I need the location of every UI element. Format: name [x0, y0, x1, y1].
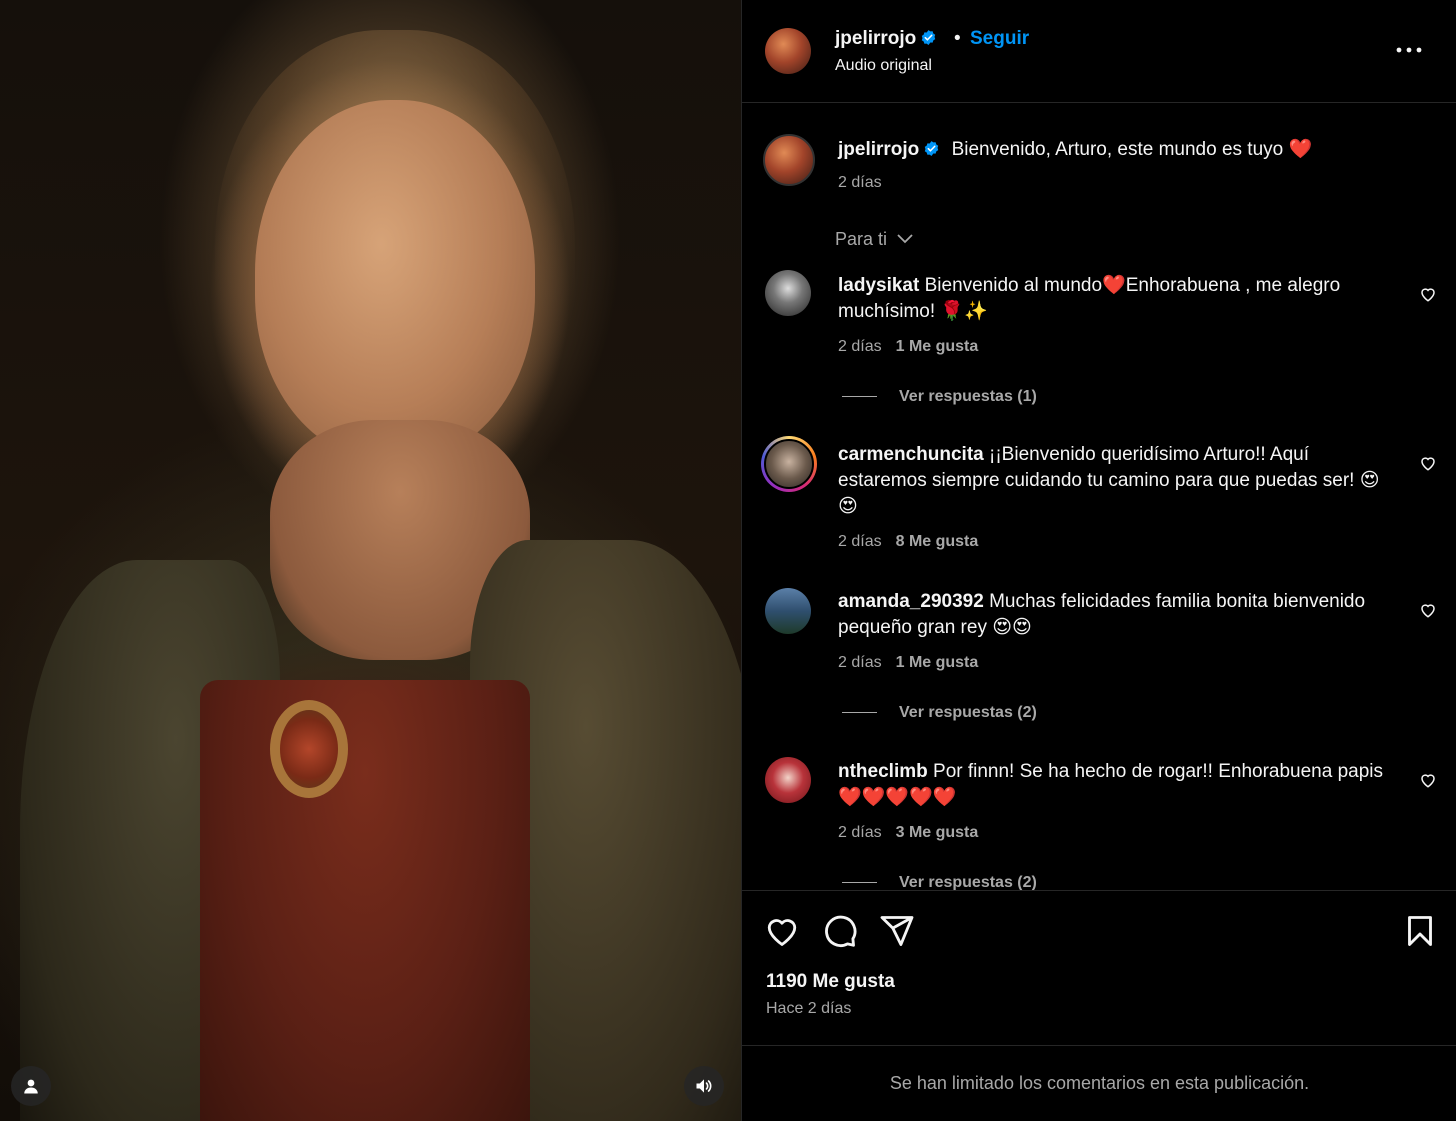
comments-section[interactable]: jpelirrojo Bienvenido, Arturo, este mund… [742, 104, 1456, 890]
heart-icon[interactable] [1419, 454, 1437, 472]
post-time: Hace 2 días [766, 1000, 852, 1017]
view-replies-button[interactable]: Ver respuestas (2) [842, 704, 1037, 722]
comment-item: carmenchuncita ¡¡Bienvenido queridísimo … [838, 442, 1398, 520]
comment-username[interactable]: carmenchuncita [838, 444, 984, 465]
comments-limited-text: Se han limitado los comentarios en esta … [889, 1073, 1310, 1093]
post-actions: 1190 Me gusta Hace 2 días [742, 890, 1456, 1045]
author-username[interactable]: jpelirrojo [835, 28, 937, 50]
comment-sort-label: Para ti [835, 229, 888, 249]
comment-item: ladysikat Bienvenido al mundo❤️Enhorabue… [838, 273, 1398, 325]
comment-time: 2 días [838, 338, 882, 355]
post-header: jpelirrojo • Seguir Audio original [742, 0, 1456, 103]
comment-icon[interactable] [822, 913, 858, 949]
view-replies-button[interactable]: Ver respuestas (2) [842, 874, 1037, 890]
comment-avatar[interactable] [765, 270, 811, 316]
comments-limited-notice: Se han limitado los comentarios en esta … [742, 1045, 1456, 1121]
tagged-users-button[interactable] [11, 1066, 51, 1106]
post-media[interactable] [0, 0, 741, 1121]
comment-likes[interactable]: 1 Me gusta [896, 338, 979, 355]
comment-username[interactable]: ladysikat [838, 275, 919, 296]
comment-likes[interactable]: 3 Me gusta [896, 824, 979, 841]
bookmark-icon[interactable] [1402, 913, 1438, 949]
comment-avatar[interactable] [765, 588, 811, 634]
comment-likes[interactable]: 1 Me gusta [896, 654, 979, 671]
likes-count[interactable]: 1190 Me gusta [766, 971, 895, 993]
comment-meta: 2 días 1 Me gusta [838, 338, 978, 356]
comment-username[interactable]: ntheclimb [838, 761, 928, 782]
caption-time: 2 días [838, 174, 882, 191]
more-options-icon[interactable] [1394, 38, 1424, 62]
audio-toggle-button[interactable] [684, 1066, 724, 1106]
comment-item: amanda_290392 Muchas felicidades familia… [838, 589, 1398, 641]
comment-likes[interactable]: 8 Me gusta [896, 533, 979, 550]
comment-meta: 2 días 3 Me gusta [838, 824, 978, 842]
caption-avatar[interactable] [763, 134, 815, 186]
comment-avatar[interactable] [765, 757, 811, 803]
volume-icon [696, 1079, 712, 1093]
comment-sort-dropdown[interactable]: Para ti [835, 229, 914, 250]
view-replies-button[interactable]: Ver respuestas (1) [842, 388, 1037, 406]
audio-label[interactable]: Audio original [835, 57, 932, 75]
verified-badge-icon [922, 30, 936, 45]
caption-text: Bienvenido, Arturo, este mundo es tuyo ❤… [951, 139, 1313, 160]
comment-username[interactable]: amanda_290392 [838, 591, 984, 612]
heart-icon[interactable] [1419, 771, 1437, 789]
comment-time: 2 días [838, 533, 882, 550]
comment-time: 2 días [838, 654, 882, 671]
user-tag-icon [24, 1079, 38, 1094]
heart-icon[interactable] [1419, 601, 1437, 619]
follow-button[interactable]: Seguir [970, 28, 1029, 50]
share-icon[interactable] [879, 913, 915, 949]
caption: jpelirrojo Bienvenido, Arturo, este mund… [838, 137, 1398, 163]
media-dress [200, 680, 530, 1121]
comment-time: 2 días [838, 824, 882, 841]
caption-username[interactable]: jpelirrojo [838, 139, 919, 160]
comment-meta: 2 días 8 Me gusta [838, 533, 978, 551]
media-pendant [270, 700, 348, 798]
comment-avatar-story-ring[interactable] [761, 436, 817, 492]
heart-icon[interactable] [764, 913, 800, 949]
heart-icon[interactable] [1419, 285, 1437, 303]
post-panel: jpelirrojo • Seguir Audio original jpeli… [741, 0, 1456, 1121]
comment-item: ntheclimb Por finnn! Se ha hecho de roga… [838, 759, 1398, 811]
comment-avatar [764, 439, 814, 489]
author-avatar[interactable] [765, 28, 811, 74]
chevron-down-icon [897, 234, 913, 244]
media-face [255, 100, 535, 460]
header-separator: • [954, 28, 961, 49]
comment-meta: 2 días 1 Me gusta [838, 654, 978, 672]
verified-badge-icon [925, 141, 939, 156]
